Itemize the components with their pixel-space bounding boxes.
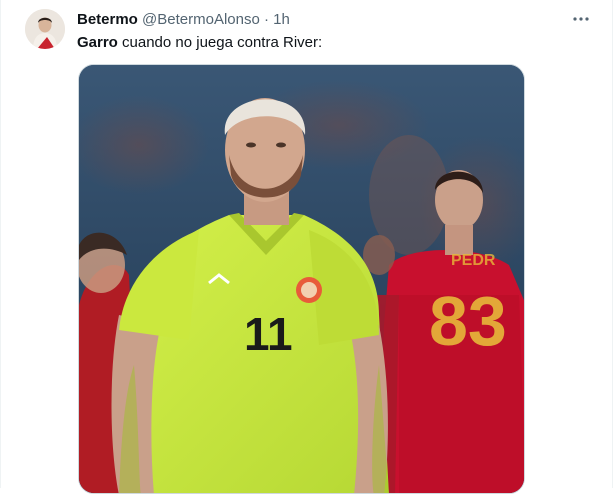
avatar[interactable] xyxy=(25,9,65,49)
separator: · xyxy=(263,11,269,28)
avatar-image xyxy=(25,9,65,49)
tweet-text-bold: Garro xyxy=(77,34,118,51)
tweet-time[interactable]: 1h xyxy=(273,11,290,28)
tweet-card[interactable]: Betermo @BetermoAlonso · 1h Garro cuando… xyxy=(0,0,613,494)
tweet-header: Betermo @BetermoAlonso · 1h xyxy=(77,10,572,30)
more-horizontal-icon[interactable] xyxy=(569,8,593,30)
tweet-text: Garro cuando no juega contra River: xyxy=(77,33,322,53)
jersey-number: 11 xyxy=(244,308,293,360)
author-handle[interactable]: @BetermoAlonso xyxy=(142,11,260,28)
tweet-media[interactable]: 83 PEDR 11 xyxy=(78,64,525,494)
tweet-text-rest: cuando no juega contra River: xyxy=(117,34,323,51)
author-name[interactable]: Betermo xyxy=(77,11,138,28)
svg-text:83: 83 xyxy=(429,282,507,360)
media-photo: 83 PEDR 11 xyxy=(79,65,524,493)
svg-text:PEDR: PEDR xyxy=(451,252,496,269)
